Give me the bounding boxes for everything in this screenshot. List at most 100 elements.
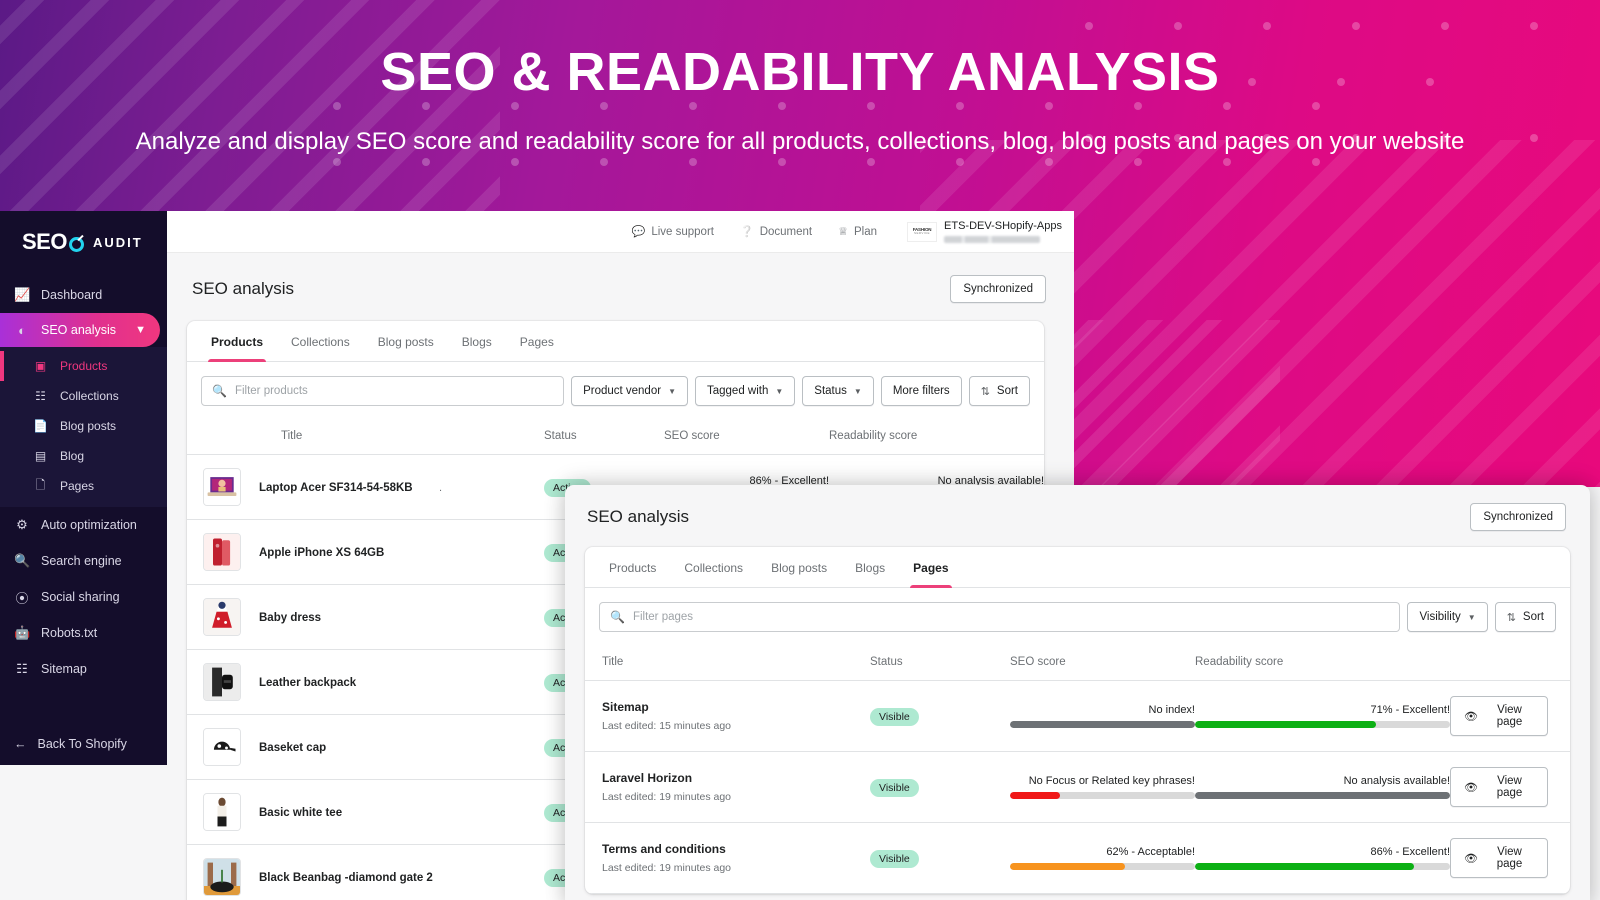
status-cell: Visible: [870, 751, 1010, 823]
live-support-link[interactable]: 💬 Live support: [631, 225, 714, 239]
tab-products[interactable]: Products: [197, 321, 277, 362]
sidebar-item-blog[interactable]: ▤ Blog: [0, 441, 167, 471]
share-icon: ⦿: [15, 590, 29, 606]
tab-blogs[interactable]: Blogs: [448, 321, 506, 361]
product-title-cell: Apple iPhone XS 64GB: [187, 519, 544, 585]
tab-products[interactable]: Products: [595, 547, 670, 587]
beanbag-thumb: [203, 858, 241, 896]
tab-pages[interactable]: Pages: [899, 547, 962, 588]
view-page-button[interactable]: 👁 View page: [1450, 767, 1548, 807]
logo-ring-icon: [68, 236, 84, 252]
more-filters-button[interactable]: More filters: [880, 376, 962, 406]
col-seo-score: SEO score: [1010, 644, 1195, 681]
product-title-cell: Basic white tee: [187, 779, 544, 845]
seo-score-bar: [1010, 721, 1195, 728]
sidebar-item-social-sharing[interactable]: ⦿ Social sharing: [0, 579, 167, 615]
table-row[interactable]: Laravel Horizon Last edited: 19 minutes …: [585, 751, 1570, 823]
chat-icon: 💬: [631, 226, 646, 238]
seo-score-cell: No Focus or Related key phrases!: [1010, 751, 1195, 823]
page-title-cell: Laravel Horizon Last edited: 19 minutes …: [585, 751, 870, 823]
more-filters-label: More filters: [892, 385, 950, 397]
sidebar-subitem-label: Blog posts: [60, 419, 117, 433]
sidebar-item-dashboard[interactable]: 📈 Dashboard: [0, 277, 167, 313]
app-topbar: 💬 Live support ❔ Document ♕ Plan FASHION…: [167, 211, 1074, 253]
tab-blog-posts[interactable]: Blog posts: [757, 547, 841, 587]
actions-cell: 👁 View page: [1450, 751, 1570, 823]
product-title: Black Beanbag -diamond gate 2: [259, 872, 433, 884]
product-vendor-filter[interactable]: Product vendor ▼: [571, 376, 688, 406]
visibility-filter[interactable]: Visibility ▼: [1407, 602, 1488, 632]
product-title: Baseket cap: [259, 742, 327, 754]
sidebar-item-blog-posts[interactable]: 📄 Blog posts: [0, 411, 167, 441]
backpack-thumb: [203, 663, 241, 701]
back-to-shopify-link[interactable]: ← Back To Shopify: [0, 737, 167, 751]
col-title: Title: [187, 418, 544, 455]
page-last-edited: Last edited: 15 minutes ago: [602, 720, 732, 732]
page-last-edited: Last edited: 19 minutes ago: [602, 862, 732, 874]
sidebar-item-seo-analysis[interactable]: ◐ SEO analysis ▼: [0, 313, 160, 347]
sidebar-item-pages[interactable]: 🗋 Pages: [0, 471, 167, 501]
blog-posts-icon: 📄: [33, 419, 48, 433]
sidebar-item-sitemap[interactable]: ☷ Sitemap: [0, 651, 167, 687]
seo-score-bar: [1010, 863, 1195, 870]
tab-collections[interactable]: Collections: [277, 321, 364, 361]
document-link[interactable]: ❔ Document: [740, 225, 813, 239]
view-page-label: View page: [1496, 775, 1523, 799]
sort-button[interactable]: ⇅ Sort: [968, 376, 1030, 406]
filter-products-field[interactable]: 🔍: [201, 376, 565, 406]
view-page-button[interactable]: 👁 View page: [1450, 838, 1548, 878]
sort-arrows-icon: ⇅: [980, 385, 990, 398]
seo-score-cell: 62% - Acceptable!: [1010, 822, 1195, 894]
col-readability-score: Readability score: [829, 418, 1044, 455]
product-title-cell: Baseket cap: [187, 714, 544, 780]
sort-button[interactable]: ⇅ Sort: [1494, 602, 1556, 632]
sidebar-item-products[interactable]: ▣ Products: [0, 351, 167, 381]
sidebar-subitem-label: Pages: [60, 479, 95, 493]
plan-link[interactable]: ♕ Plan: [838, 225, 877, 239]
tab-blog-posts[interactable]: Blog posts: [364, 321, 448, 361]
search-icon: 🔍: [610, 610, 625, 624]
search-input[interactable]: [234, 385, 554, 397]
tagged-with-filter[interactable]: Tagged with ▼: [694, 376, 796, 406]
sidebar-item-label: Social sharing: [41, 590, 120, 604]
status-badge: Visible: [870, 707, 919, 726]
col-readability-score: Readability score: [1195, 644, 1450, 681]
synchronized-button[interactable]: Synchronized: [1470, 503, 1566, 531]
status-cell: Visible: [870, 680, 1010, 752]
sidebar-item-robots-txt[interactable]: 🤖 Robots.txt: [0, 615, 167, 651]
table-row[interactable]: Terms and conditions Last edited: 19 min…: [585, 822, 1570, 894]
sort-label: Sort: [1522, 611, 1544, 623]
sidebar-item-auto-optimization[interactable]: ⚙ Auto optimization: [0, 507, 167, 543]
sidebar-item-search-engine[interactable]: 🔍 Search engine: [0, 543, 167, 579]
chevron-down-icon: ▼: [668, 386, 676, 396]
banner-dots: [333, 158, 1320, 166]
seo-score-label: No Focus or Related key phrases!: [1028, 775, 1195, 787]
search-input[interactable]: [632, 611, 1390, 623]
collections-icon: ☷: [35, 389, 46, 403]
visibility-label: Visibility: [1419, 611, 1461, 623]
product-title-cell: Black Beanbag -diamond gate 2: [187, 844, 544, 900]
product-title-cell: Leather backpack: [187, 649, 544, 715]
status-filter[interactable]: Status ▼: [802, 376, 874, 406]
readability-score-bar: [1195, 863, 1450, 870]
sidebar-item-collections[interactable]: ☷ Collections: [0, 381, 167, 411]
pages-table-header: Title Status SEO score Readability score: [585, 644, 1570, 681]
tab-blogs[interactable]: Blogs: [841, 547, 899, 587]
store-logo-line2: SERVICE: [914, 231, 930, 236]
actions-cell: 👁 View page: [1450, 822, 1570, 894]
document-label: Document: [759, 225, 813, 238]
phone-thumb: [203, 533, 241, 571]
readability-score-label: No analysis available!: [1343, 775, 1450, 787]
page-title-cell: Terms and conditions Last edited: 19 min…: [585, 822, 870, 894]
banner-dots: [333, 102, 1320, 110]
view-page-button[interactable]: 👁 View page: [1450, 696, 1548, 736]
synchronized-button[interactable]: Synchronized: [950, 275, 1046, 303]
status-cell: Visible: [870, 822, 1010, 894]
tab-collections[interactable]: Collections: [670, 547, 757, 587]
table-row[interactable]: Sitemap Last edited: 15 minutes ago Visi…: [585, 680, 1570, 752]
filter-pages-field[interactable]: 🔍: [599, 602, 1401, 632]
banner-subtitle: Analyze and display SEO score and readab…: [135, 128, 1465, 155]
tab-pages[interactable]: Pages: [506, 321, 568, 361]
page-title: SEO analysis: [587, 507, 690, 526]
store-account[interactable]: FASHION SERVICE ETS-DEV-SHopify-Apps: [907, 220, 1062, 244]
